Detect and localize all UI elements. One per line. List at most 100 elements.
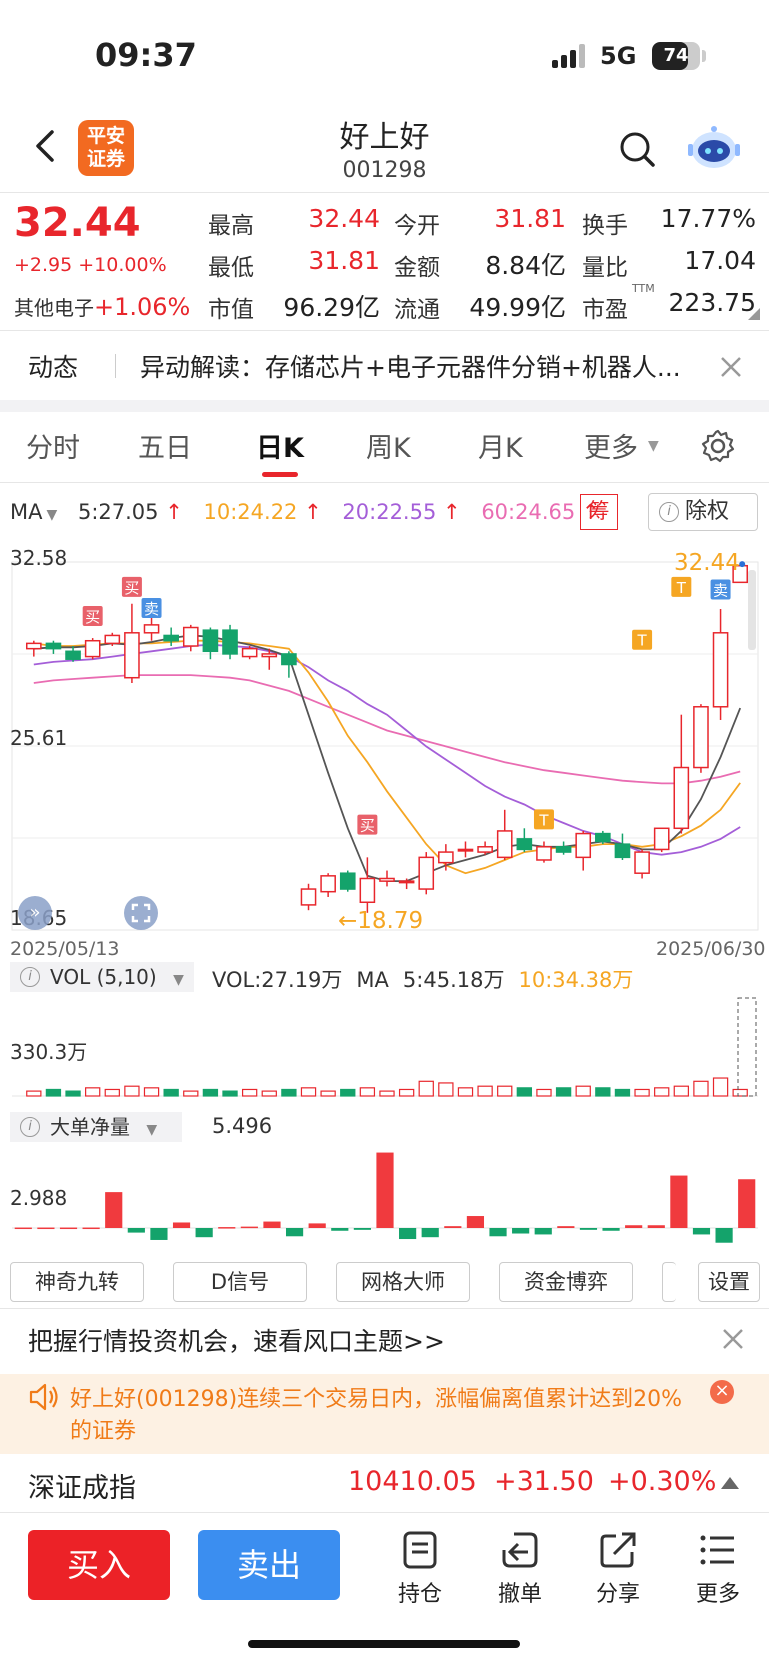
signal-marker-buy[interactable]: 买 — [121, 576, 142, 597]
volume-bar — [595, 1087, 611, 1097]
indicator-button-partial[interactable] — [662, 1262, 676, 1302]
news-headline[interactable]: 异动解读：存储芯片+电子元器件分销+机器人... — [140, 348, 700, 384]
low-marker-arrow: ← — [338, 908, 358, 934]
nav-share[interactable]: 分享 — [578, 1530, 658, 1608]
candle — [339, 870, 356, 892]
nav-cancel-order[interactable]: 撤单 — [480, 1530, 560, 1608]
tab-4[interactable]: 周K — [366, 426, 411, 465]
nav-more[interactable]: 更多 — [678, 1530, 758, 1608]
signal-marker-sell[interactable]: 卖 — [141, 598, 162, 619]
bigorder-chart[interactable] — [0, 1144, 769, 1248]
bigorder-bar — [579, 1228, 598, 1230]
volume-indicator-selector[interactable]: i VOL (5,10) ▼ — [10, 962, 194, 992]
candle — [516, 828, 533, 853]
candle-body — [457, 848, 474, 852]
gear-icon[interactable] — [700, 428, 736, 464]
x-axis-start: 2025/05/13 — [10, 938, 120, 960]
bigorder-bar — [195, 1228, 213, 1238]
volume-bar — [340, 1088, 356, 1097]
index-change: +31.50 — [494, 1466, 594, 1497]
promo-banner[interactable]: 把握行情投资机会，速看风口主题>> — [28, 1322, 445, 1358]
indicator-button-1[interactable]: 神奇九转 — [10, 1262, 144, 1302]
bigorder-bar — [602, 1228, 620, 1231]
quote-value: 17.77% — [660, 204, 756, 233]
quote-label: 金额 — [394, 255, 440, 281]
search-icon[interactable] — [618, 130, 656, 168]
volume-bar — [614, 1088, 631, 1097]
sector-change: +1.06% — [94, 293, 191, 321]
indicator-button-2[interactable]: D信号 — [173, 1262, 307, 1302]
nav-cancel-label: 撤单 — [497, 1582, 542, 1607]
candle — [457, 841, 474, 858]
candle — [575, 830, 592, 871]
tools-divider — [0, 1308, 769, 1309]
expand-up-icon[interactable] — [720, 1476, 740, 1490]
sector-info[interactable]: 其他电子+1.06% — [14, 292, 190, 321]
news-label[interactable]: 动态 — [28, 348, 78, 384]
candle — [398, 878, 415, 890]
tab-6[interactable]: 更多 — [584, 426, 638, 465]
signal-marker-buy[interactable]: 买 — [82, 605, 103, 626]
vol-ma-label: MA — [356, 968, 389, 992]
candle-body — [516, 838, 533, 851]
signal-marker-sell[interactable]: 卖 — [710, 579, 731, 600]
close-news-icon[interactable] — [718, 354, 744, 380]
indicator-button-3[interactable]: 网格大师 — [336, 1262, 470, 1302]
tab-3[interactable]: 日K — [256, 426, 304, 465]
signal-marker-t[interactable]: T — [671, 576, 692, 597]
candle-body — [202, 629, 219, 653]
chart-scrollbar[interactable] — [748, 570, 756, 650]
buy-button[interactable]: 买入 — [28, 1530, 170, 1600]
bigorder-bar — [738, 1179, 756, 1228]
candle-body — [163, 634, 179, 642]
tab-5[interactable]: 月K — [478, 426, 523, 465]
close-promo-icon[interactable] — [720, 1326, 746, 1352]
tab-2[interactable]: 五日 — [138, 426, 192, 465]
volume-bar — [26, 1090, 42, 1097]
vol-value: VOL:27.19万 — [212, 968, 343, 992]
menu-icon — [700, 1535, 734, 1565]
expand-corner-icon[interactable] — [748, 308, 760, 320]
index-name[interactable]: 深证成指 — [28, 1466, 136, 1505]
vol-ma10: 10:34.38万 — [518, 968, 634, 992]
indicator-button-4[interactable]: 资金博弈 — [499, 1262, 633, 1302]
signal-marker-text: 买 — [360, 817, 375, 835]
risk-alert-text[interactable]: 好上好(001298)连续三个交易日内，涨幅偏离值累计达到20%的证券 — [70, 1384, 690, 1448]
sell-button[interactable]: 卖出 — [198, 1530, 340, 1600]
volume-bar — [45, 1088, 62, 1097]
fullscreen-icon[interactable] — [124, 896, 158, 930]
volume-bar — [418, 1080, 434, 1097]
quote-label: 换手 — [582, 213, 628, 239]
robot-assistant-icon[interactable] — [688, 124, 740, 172]
ma20-line — [33, 643, 741, 856]
pe-ttm-superscript: TTM — [632, 282, 655, 295]
bigorder-bar — [353, 1228, 371, 1230]
candle-body — [653, 827, 670, 851]
signal-marker-buy[interactable]: 买 — [357, 814, 378, 835]
ma-dropdown-icon[interactable]: ▼ — [46, 507, 57, 523]
bigorder-bar — [625, 1225, 643, 1228]
chip-distribution-button[interactable]: 筹 — [580, 494, 618, 530]
volume-bar — [65, 1090, 81, 1097]
volume-bar — [398, 1088, 415, 1097]
nav-holdings-label: 持仓 — [397, 1582, 442, 1607]
y-axis-max: 32.58 — [10, 546, 68, 570]
nav-holdings[interactable]: 持仓 — [380, 1530, 460, 1608]
candle-body — [418, 856, 435, 890]
candlestick-chart[interactable]: 买买卖买 TTT 卖 — [0, 540, 769, 940]
signal-marker-t[interactable]: T — [533, 809, 554, 830]
indicator-button-5[interactable]: 设置 — [698, 1262, 760, 1302]
close-alert-icon[interactable]: × — [710, 1380, 734, 1404]
ex-rights-button[interactable]: i 除权 — [648, 493, 758, 531]
ma-legend[interactable]: MA ▼ 5:27.05 ↑ 10:24.22 ↑ 20:22.55 ↑ 60:2… — [10, 500, 614, 524]
signal-marker-t[interactable]: T — [632, 629, 653, 650]
volume-chart[interactable] — [0, 994, 769, 1100]
chart-scroll-left-icon[interactable]: » — [18, 896, 52, 930]
bigorder-indicator-selector[interactable]: i 大单净量 ▼ — [10, 1112, 182, 1142]
more-dropdown-icon[interactable]: ▼ — [648, 438, 659, 454]
candle-body — [398, 880, 415, 884]
volume-bar — [712, 1077, 729, 1097]
bigorder-indicator-label: 大单净量 — [50, 1115, 130, 1139]
candle — [477, 841, 493, 855]
tab-1[interactable]: 分时 — [26, 426, 80, 465]
